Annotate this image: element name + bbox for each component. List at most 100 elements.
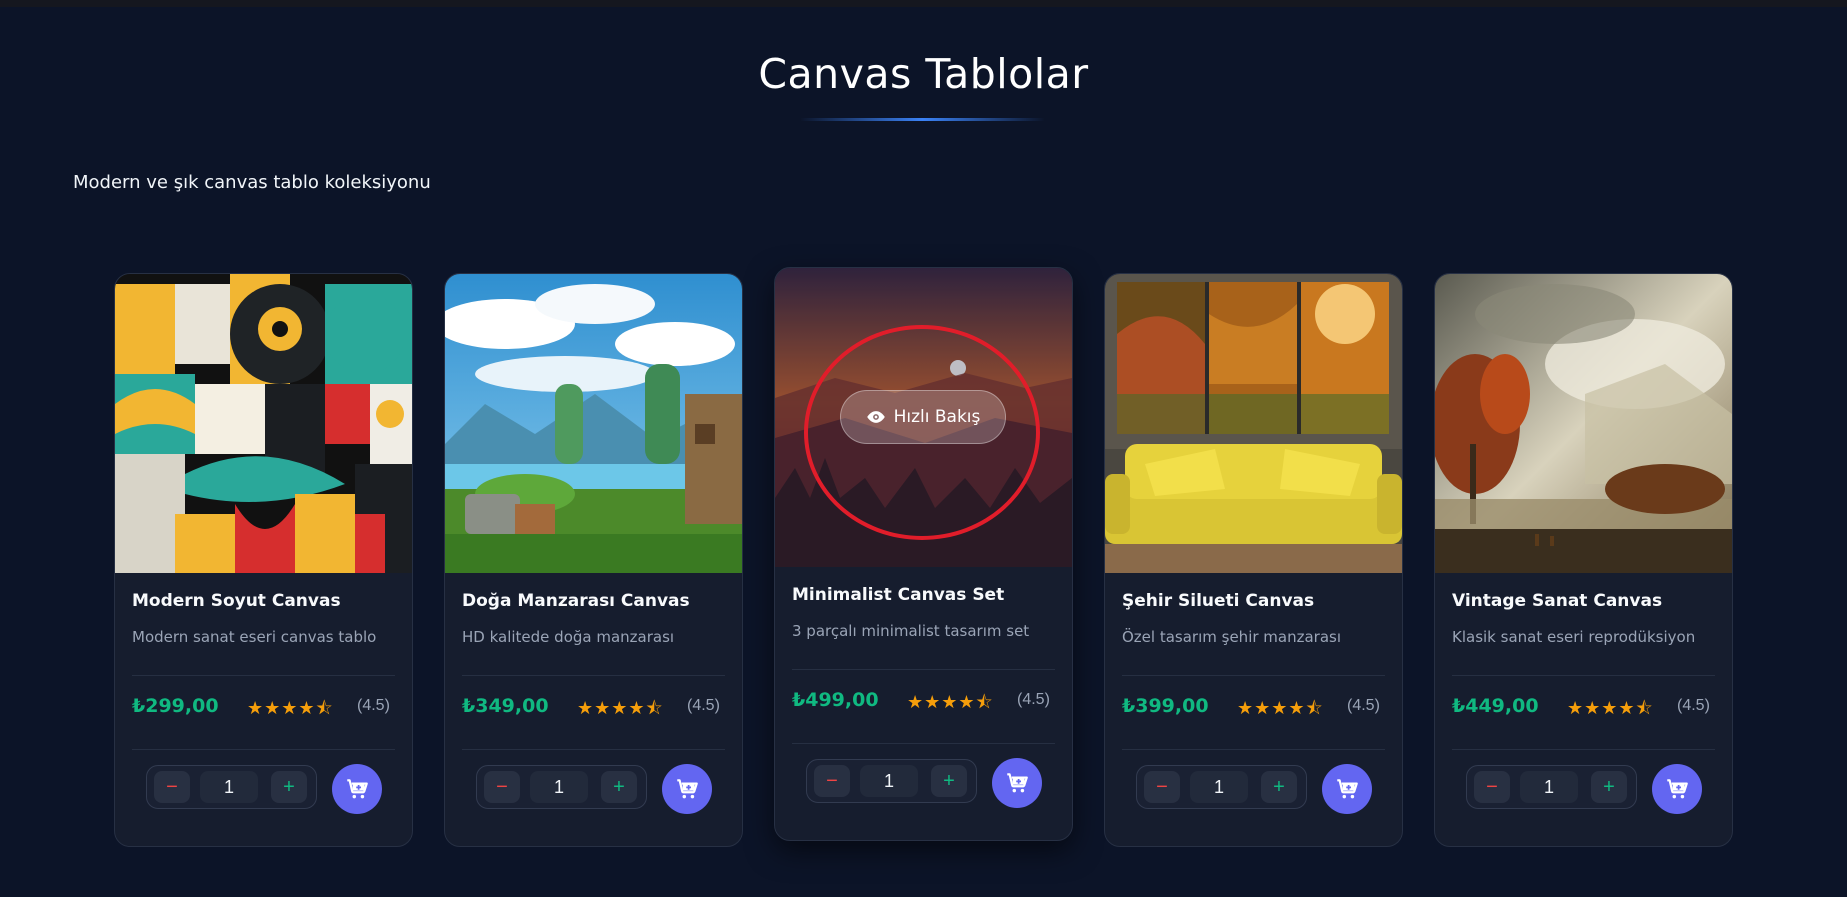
increase-quantity-button[interactable]: + <box>931 765 967 797</box>
product-description: Modern sanat eseri canvas tablo <box>132 628 377 646</box>
star-icon: ★ <box>264 698 282 718</box>
star-icon: ★ <box>298 698 316 718</box>
star-half-icon: ⯪ <box>1635 698 1654 718</box>
section-subtitle: Modern ve şık canvas tablo koleksiyonu <box>73 172 431 193</box>
star-half-icon: ⯪ <box>975 692 994 712</box>
decrease-quantity-button[interactable]: − <box>814 765 850 797</box>
star-icon: ★ <box>247 698 265 718</box>
top-bar <box>0 0 1847 7</box>
divider <box>132 749 395 750</box>
rating-value: (4.5) <box>687 697 720 714</box>
increase-quantity-button[interactable]: + <box>1261 771 1297 803</box>
rating-value: (4.5) <box>1017 691 1050 708</box>
star-icon: ★ <box>1237 698 1255 718</box>
decrease-quantity-button[interactable]: − <box>1474 771 1510 803</box>
star-icon: ★ <box>1288 698 1306 718</box>
quantity-input[interactable]: 1 <box>860 765 918 797</box>
divider <box>462 675 725 676</box>
rating-stars: ★★★★⯪ <box>577 696 664 726</box>
add-to-cart-button[interactable] <box>662 764 712 814</box>
star-icon: ★ <box>281 698 299 718</box>
star-icon: ★ <box>1601 698 1619 718</box>
star-icon: ★ <box>1254 698 1272 718</box>
divider <box>1452 675 1715 676</box>
star-icon: ★ <box>924 692 942 712</box>
product-image[interactable] <box>115 274 412 573</box>
rating-value: (4.5) <box>1677 697 1710 714</box>
product-name[interactable]: Şehir Silueti Canvas <box>1122 591 1314 611</box>
product-description: Klasik sanat eseri reprodüksiyon <box>1452 628 1696 646</box>
product-price: ₺299,00 <box>132 695 219 717</box>
star-icon: ★ <box>1618 698 1636 718</box>
cart-plus-icon <box>1667 779 1688 799</box>
cart-plus-icon <box>677 779 698 799</box>
product-price: ₺499,00 <box>792 689 879 711</box>
product-name[interactable]: Vintage Sanat Canvas <box>1452 591 1662 611</box>
star-half-icon: ⯪ <box>645 698 664 718</box>
product-image[interactable] <box>445 274 742 573</box>
quantity-stepper: − 1 + <box>1136 765 1307 809</box>
quantity-stepper: − 1 + <box>806 759 977 803</box>
rating-stars: ★★★★⯪ <box>1567 696 1654 726</box>
product-card[interactable]: Modern Soyut Canvas Modern sanat eseri c… <box>114 273 413 847</box>
quantity-input[interactable]: 1 <box>200 771 258 803</box>
product-description: Özel tasarım şehir manzarası <box>1122 628 1342 646</box>
decrease-quantity-button[interactable]: − <box>1144 771 1180 803</box>
decrease-quantity-button[interactable]: − <box>154 771 190 803</box>
annotation-highlight-circle <box>804 325 1040 540</box>
add-to-cart-button[interactable] <box>332 764 382 814</box>
product-image[interactable] <box>1435 274 1732 573</box>
increase-quantity-button[interactable]: + <box>601 771 637 803</box>
cart-plus-icon <box>1337 779 1358 799</box>
star-icon: ★ <box>941 692 959 712</box>
divider <box>1452 749 1715 750</box>
decrease-quantity-button[interactable]: − <box>484 771 520 803</box>
rating-stars: ★★★★⯪ <box>1237 696 1324 726</box>
rating-value: (4.5) <box>1347 697 1380 714</box>
quantity-input[interactable]: 1 <box>530 771 588 803</box>
increase-quantity-button[interactable]: + <box>271 771 307 803</box>
product-name[interactable]: Minimalist Canvas Set <box>792 585 1004 605</box>
quantity-input[interactable]: 1 <box>1190 771 1248 803</box>
title-underline <box>800 118 1045 121</box>
product-price: ₺449,00 <box>1452 695 1539 717</box>
product-card[interactable]: Doğa Manzarası Canvas HD kalitede doğa m… <box>444 273 743 847</box>
rating-value: (4.5) <box>357 697 390 714</box>
star-icon: ★ <box>958 692 976 712</box>
divider <box>462 749 725 750</box>
star-half-icon: ⯪ <box>315 698 334 718</box>
cart-plus-icon <box>1007 773 1028 793</box>
quantity-stepper: − 1 + <box>476 765 647 809</box>
product-price: ₺399,00 <box>1122 695 1209 717</box>
product-description: HD kalitede doğa manzarası <box>462 628 675 646</box>
product-card[interactable]: Şehir Silueti Canvas Özel tasarım şehir … <box>1104 273 1403 847</box>
cart-plus-icon <box>347 779 368 799</box>
add-to-cart-button[interactable] <box>1652 764 1702 814</box>
quantity-stepper: − 1 + <box>146 765 317 809</box>
star-icon: ★ <box>611 698 629 718</box>
star-half-icon: ⯪ <box>1305 698 1324 718</box>
product-name[interactable]: Doğa Manzarası Canvas <box>462 591 690 611</box>
divider <box>792 743 1055 744</box>
divider <box>132 675 395 676</box>
star-icon: ★ <box>1271 698 1289 718</box>
divider <box>1122 749 1385 750</box>
product-price: ₺349,00 <box>462 695 549 717</box>
quantity-stepper: − 1 + <box>1466 765 1637 809</box>
product-description: 3 parçalı minimalist tasarım set <box>792 622 1030 640</box>
product-image[interactable] <box>1105 274 1402 573</box>
product-card[interactable]: Vintage Sanat Canvas Klasik sanat eseri … <box>1434 273 1733 847</box>
add-to-cart-button[interactable] <box>992 758 1042 808</box>
rating-stars: ★★★★⯪ <box>907 690 994 720</box>
divider <box>1122 675 1385 676</box>
star-icon: ★ <box>628 698 646 718</box>
divider <box>792 669 1055 670</box>
section-title: Canvas Tablolar <box>758 50 1089 98</box>
star-icon: ★ <box>907 692 925 712</box>
quantity-input[interactable]: 1 <box>1520 771 1578 803</box>
star-icon: ★ <box>577 698 595 718</box>
product-name[interactable]: Modern Soyut Canvas <box>132 591 341 611</box>
add-to-cart-button[interactable] <box>1322 764 1372 814</box>
star-icon: ★ <box>1584 698 1602 718</box>
increase-quantity-button[interactable]: + <box>1591 771 1627 803</box>
